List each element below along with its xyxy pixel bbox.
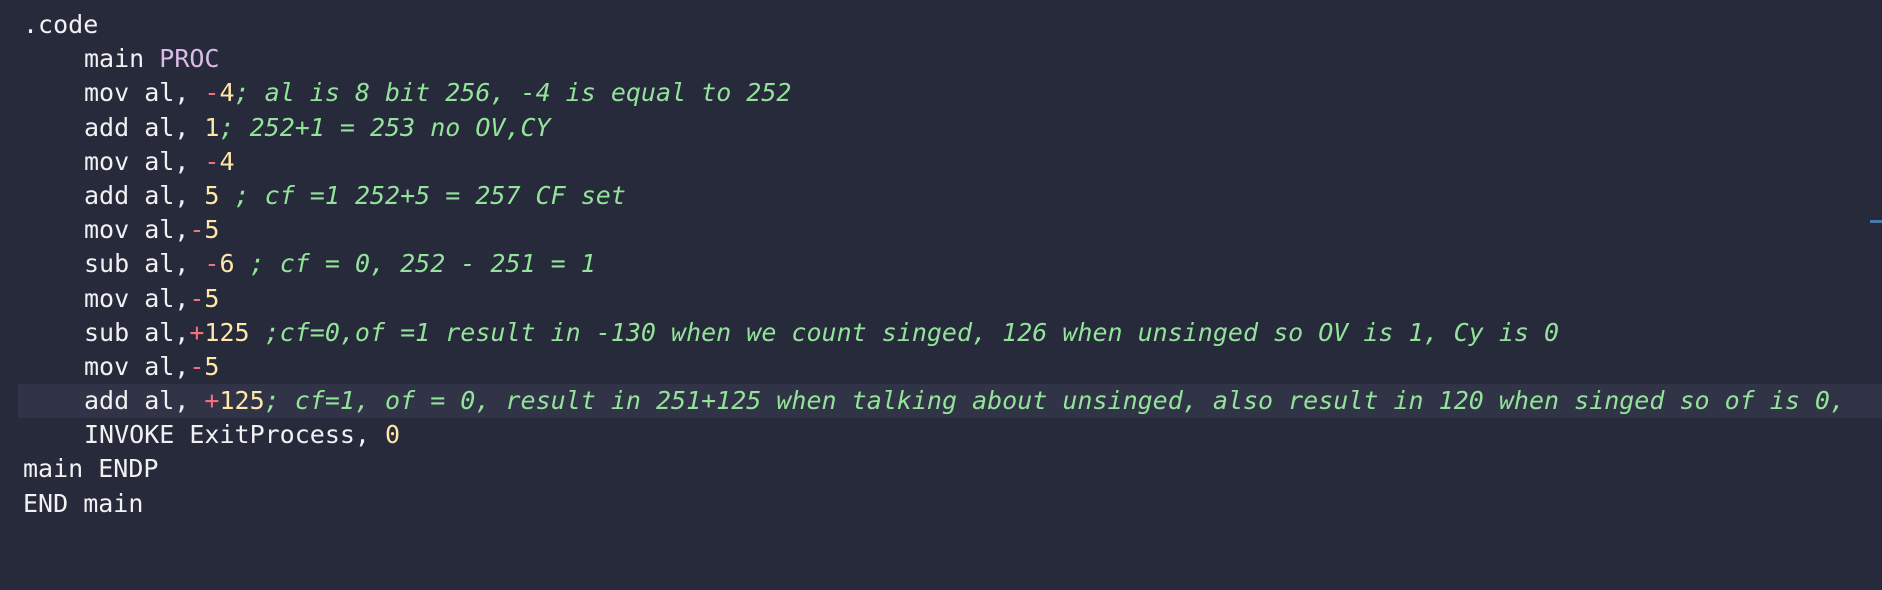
code-line[interactable]: mov al,-5 <box>0 213 1882 247</box>
code-token: mov al, <box>84 351 190 381</box>
code-line[interactable]: mov al,-5 <box>0 350 1882 384</box>
code-token: mov al, <box>84 215 190 245</box>
code-token: - <box>204 146 220 176</box>
code-token: - <box>204 78 220 108</box>
code-line[interactable]: .code <box>0 8 1882 42</box>
code-token: 5 <box>204 215 220 245</box>
code-token: sub al, <box>84 317 190 347</box>
code-token: 5 <box>204 351 220 381</box>
code-lines: .code main PROC mov al, -4; al is 8 bit … <box>0 8 1882 521</box>
code-line[interactable]: mov al,-5 <box>0 282 1882 316</box>
code-token: main ENDP <box>23 454 159 484</box>
code-token: 6 <box>219 249 235 279</box>
current-code-line[interactable]: add al, +125; cf=1, of = 0, result in 25… <box>18 384 1882 419</box>
code-token: - <box>204 249 220 279</box>
code-token: 125 <box>219 386 265 416</box>
code-token: 5 <box>204 180 220 210</box>
code-token: ; cf =1 252+5 = 257 CF set <box>219 180 626 210</box>
scrollbar-marker[interactable] <box>1870 220 1882 223</box>
code-line[interactable]: mov al, -4; al is 8 bit 256, -4 is equal… <box>0 76 1882 110</box>
code-token: ; cf=1, of = 0, result in 251+125 when t… <box>264 386 1846 416</box>
code-line[interactable]: main ENDP <box>0 452 1882 486</box>
code-token: main <box>84 44 160 74</box>
code-token: sub al, <box>84 249 205 279</box>
code-token: 125 <box>204 317 250 347</box>
code-token: ;cf=0,of =1 result in -130 when we count… <box>249 317 1560 347</box>
code-token: ; cf = 0, 252 - 251 = 1 <box>234 249 596 279</box>
code-token: 4 <box>219 146 235 176</box>
code-editor[interactable]: .code main PROC mov al, -4; al is 8 bit … <box>0 0 1882 590</box>
code-token: add al, <box>84 112 205 142</box>
code-token: mov al, <box>84 283 190 313</box>
code-token: 5 <box>204 283 220 313</box>
code-token: - <box>189 283 205 313</box>
code-token: ; al is 8 bit 256, -4 is equal to 252 <box>234 78 792 108</box>
code-token: INVOKE ExitProcess, <box>84 420 386 450</box>
code-line[interactable]: mov al, -4 <box>0 145 1882 179</box>
code-line[interactable]: add al, 5 ; cf =1 252+5 = 257 CF set <box>0 179 1882 213</box>
code-line[interactable]: add al, 1; 252+1 = 253 no OV,CY <box>0 111 1882 145</box>
code-token: END main <box>23 488 144 518</box>
code-token: .code <box>23 10 99 39</box>
code-token: 0 <box>385 420 401 450</box>
code-token: add al, <box>84 386 205 416</box>
code-line[interactable]: END main <box>0 487 1882 521</box>
code-token: mov al, <box>84 78 205 108</box>
code-token: PROC <box>159 44 220 74</box>
code-token: 1 <box>204 112 220 142</box>
code-token: ; 252+1 = 253 no OV,CY <box>219 112 551 142</box>
code-token: 4 <box>219 78 235 108</box>
code-token: mov al, <box>84 146 205 176</box>
code-token: + <box>189 317 205 347</box>
code-token: - <box>189 215 205 245</box>
code-line[interactable]: sub al, -6 ; cf = 0, 252 - 251 = 1 <box>0 247 1882 281</box>
code-token: - <box>189 351 205 381</box>
code-token: add al, <box>84 180 205 210</box>
code-line[interactable]: INVOKE ExitProcess, 0 <box>0 418 1882 452</box>
code-line[interactable]: main PROC <box>0 42 1882 76</box>
code-token: + <box>204 386 220 416</box>
code-line[interactable]: sub al,+125 ;cf=0,of =1 result in -130 w… <box>0 316 1882 350</box>
